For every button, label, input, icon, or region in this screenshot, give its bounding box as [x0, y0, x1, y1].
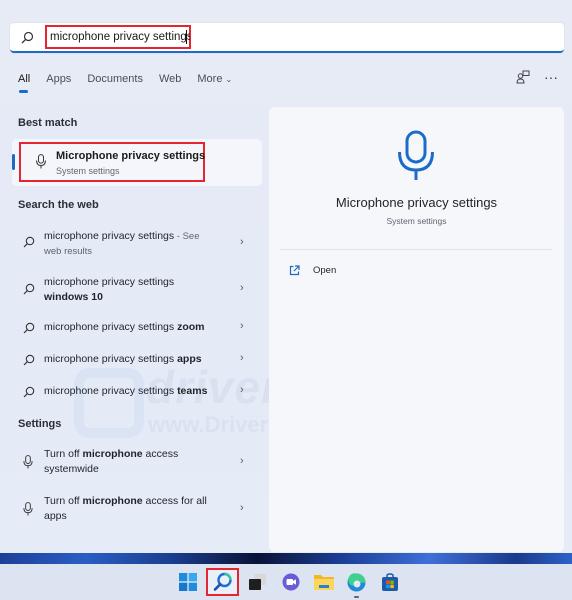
tab-web[interactable]: Web	[159, 73, 181, 85]
start-button[interactable]	[171, 568, 204, 596]
edge-button[interactable]	[340, 568, 373, 598]
tab-more[interactable]: More ⌄	[197, 73, 232, 85]
search-input[interactable]	[50, 28, 190, 46]
filter-tabs: All Apps Documents Web More ⌄	[18, 73, 248, 93]
desktop-wallpaper	[0, 553, 572, 564]
open-label: Open	[313, 265, 337, 276]
web-result[interactable]: microphone privacy settings apps ›	[12, 352, 262, 370]
chevron-right-icon: ›	[240, 502, 244, 514]
tab-label: More	[197, 73, 223, 85]
preview-pane: Microphone privacy settings System setti…	[269, 107, 564, 552]
search-icon	[23, 386, 35, 398]
tab-label: Web	[158, 73, 182, 85]
tab-label: Documents	[87, 73, 143, 85]
edge-icon	[347, 572, 366, 591]
microphone-icon	[23, 502, 33, 516]
chevron-right-icon: ›	[240, 282, 244, 294]
search-icon	[21, 31, 34, 44]
taskbar-search-button[interactable]	[206, 568, 239, 596]
chevron-right-icon: ›	[240, 455, 244, 467]
microphone-icon	[23, 455, 33, 469]
best-match-highlight-box	[19, 142, 205, 182]
taskbar	[0, 564, 572, 600]
divider	[280, 249, 552, 250]
section-search-web: Search the web	[18, 199, 99, 211]
running-indicator	[354, 596, 359, 598]
tab-documents[interactable]: Documents	[87, 73, 143, 85]
search-icon	[213, 572, 232, 591]
chevron-right-icon: ›	[240, 352, 244, 364]
selection-indicator	[12, 154, 15, 170]
web-result[interactable]: microphone privacy settings - See web res…	[12, 229, 262, 261]
tab-apps[interactable]: Apps	[46, 73, 71, 85]
microphone-icon	[36, 154, 46, 169]
settings-result[interactable]: Turn off microphone access for all apps ›	[12, 494, 262, 526]
search-icon	[23, 354, 35, 366]
open-button[interactable]: Open	[289, 265, 336, 276]
text-caret	[186, 30, 187, 44]
tab-label: All	[18, 73, 31, 85]
best-match-result[interactable]: Microphone privacy settings System setti…	[12, 139, 262, 186]
chevron-down-icon: ⌄	[225, 75, 233, 84]
account-share-icon[interactable]	[516, 70, 530, 84]
search-icon	[23, 322, 35, 334]
settings-result-text: Turn off microphone access systemwide	[44, 448, 179, 475]
web-result[interactable]: microphone privacy settings teams ›	[12, 384, 262, 402]
start-icon	[178, 573, 197, 591]
web-result[interactable]: microphone privacy settings windows 10 ›	[12, 275, 262, 307]
search-icon	[23, 283, 35, 295]
tab-label: Apps	[46, 73, 72, 85]
web-result[interactable]: microphone privacy settings zoom ›	[12, 320, 262, 338]
settings-result[interactable]: Turn off microphone access systemwide ›	[12, 447, 262, 479]
search-icon	[23, 236, 35, 248]
file-explorer-icon	[313, 575, 334, 590]
chevron-right-icon: ›	[240, 236, 244, 248]
chevron-right-icon: ›	[240, 320, 244, 332]
file-explorer-button[interactable]	[307, 568, 340, 596]
search-box[interactable]	[10, 23, 564, 53]
store-icon	[381, 573, 398, 591]
task-view-button[interactable]	[241, 568, 274, 596]
section-best-match: Best match	[18, 117, 78, 129]
tab-all[interactable]: All	[18, 73, 31, 93]
best-match-subtitle: System settings	[56, 166, 120, 176]
preview-subtitle: System settings	[386, 216, 447, 226]
chevron-right-icon: ›	[240, 384, 244, 396]
microphone-icon	[398, 130, 434, 180]
web-result-text: microphone privacy settings zoom	[44, 321, 205, 333]
best-match-title: Microphone privacy settings	[56, 150, 206, 162]
watermark-logo-icon	[74, 368, 144, 438]
open-external-icon	[289, 265, 300, 276]
query-highlight-box	[45, 25, 191, 49]
section-settings: Settings	[18, 418, 62, 430]
store-button[interactable]	[373, 568, 406, 596]
preview-title: Microphone privacy settings	[335, 195, 498, 210]
web-result-text: microphone privacy settings teams	[44, 385, 208, 397]
search-panel: All Apps Documents Web More⌄ ··· driver …	[0, 0, 572, 553]
teams-chat-icon	[282, 573, 299, 591]
web-result-text: microphone privacy settings windows 10	[44, 276, 175, 303]
task-view-icon	[248, 574, 266, 590]
teams-chat-button[interactable]	[274, 568, 307, 596]
web-result-text: microphone privacy settings - See web res…	[44, 230, 200, 257]
settings-result-text: Turn off microphone access for all apps	[44, 495, 207, 522]
web-result-text: microphone privacy settings apps	[44, 353, 202, 365]
more-options-icon[interactable]: ···	[544, 70, 558, 84]
